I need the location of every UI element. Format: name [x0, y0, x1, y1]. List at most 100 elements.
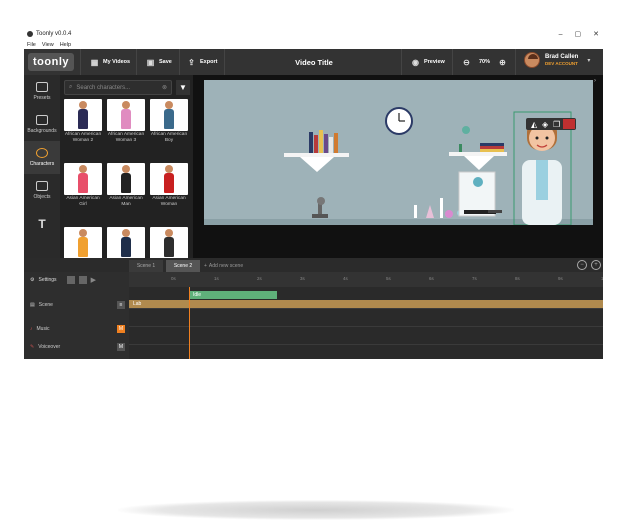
character-tile[interactable]: [64, 227, 102, 260]
tab-scene-2[interactable]: Scene 2: [166, 260, 200, 272]
background-clip-lab[interactable]: Lab: [129, 300, 603, 308]
ruler-tick: 1s: [214, 276, 219, 281]
sidebar-item-characters[interactable]: Characters: [24, 141, 60, 174]
export-button[interactable]: ⇪ Export: [187, 49, 217, 75]
characters-icon: [36, 148, 48, 158]
sidebar-item-presets[interactable]: Presets: [24, 75, 60, 108]
eye-icon: ◉: [412, 57, 419, 67]
timeline-settings: ⚙ Settings ▶: [24, 272, 129, 287]
character-thumbnail: [107, 163, 145, 195]
character-tile[interactable]: Asian American Girl: [64, 163, 102, 207]
character-name: Asian American Girl: [66, 196, 100, 207]
track-label: Voiceover: [38, 344, 61, 350]
video-title[interactable]: Video Title: [274, 49, 354, 75]
save-button[interactable]: ▣ Save: [146, 49, 172, 75]
track-music: ♪ Music M: [24, 322, 129, 336]
sidebar-item-objects[interactable]: Objects: [24, 174, 60, 207]
music-mute-toggle[interactable]: M: [117, 325, 125, 333]
account-type: DEV ACCOUNT: [545, 61, 578, 66]
timeline-zoom-out-icon[interactable]: −: [577, 260, 587, 270]
track-menu-badge[interactable]: ≡: [117, 301, 125, 309]
character-tile[interactable]: [150, 227, 188, 260]
character-name: African American Boy: [150, 132, 188, 143]
character-tile[interactable]: African American Boy: [150, 99, 188, 143]
menu-file[interactable]: File: [27, 42, 36, 48]
filter-button[interactable]: ▼: [176, 80, 190, 95]
close-button[interactable]: ✕: [593, 30, 599, 38]
character-tile[interactable]: Asian American Man: [107, 163, 145, 207]
filter-icon: ▼: [179, 83, 187, 92]
menu-help[interactable]: Help: [60, 42, 71, 48]
search-placeholder: Search characters...: [76, 84, 131, 91]
stage-margin: [593, 80, 603, 225]
avatar: [524, 52, 540, 68]
animation-clip-idle[interactable]: Idle: [189, 291, 277, 299]
zoom-in-icon[interactable]: ⊕: [498, 58, 507, 67]
stop-button[interactable]: [66, 275, 75, 284]
object-toolbar: ◭ ◈ ❐: [526, 118, 576, 130]
sidebar-item-label: Characters: [29, 161, 55, 167]
settings-label[interactable]: Settings: [38, 277, 56, 283]
plus-icon: +: [204, 263, 207, 269]
character-tile[interactable]: African American Woman 2: [64, 99, 102, 143]
voiceover-mute-toggle[interactable]: M: [117, 343, 125, 351]
track-voiceover: ✎ Voiceover M: [24, 340, 129, 354]
play-button[interactable]: ▶: [91, 276, 96, 284]
pause-button[interactable]: [78, 275, 87, 284]
maximize-button[interactable]: ▢: [575, 30, 582, 38]
menu-bar: File View Help: [24, 40, 603, 49]
toolbar-divider: [80, 49, 81, 75]
export-icon: ⇪: [188, 57, 195, 67]
user-menu[interactable]: Brad Callen DEV ACCOUNT ▾: [524, 52, 590, 68]
toolbar-divider: [224, 49, 225, 75]
wall-clock: [385, 107, 413, 135]
character-tile[interactable]: Asian American Woman: [150, 163, 188, 207]
my-videos-button[interactable]: ▦ My Videos: [90, 49, 130, 75]
character-tile[interactable]: African American Woman 3: [107, 99, 145, 143]
character-name: Asian American Woman: [152, 196, 186, 207]
ruler-tick: 8s: [515, 276, 520, 281]
panel-collapse-icon[interactable]: ›: [594, 78, 596, 84]
sidebar-item-label: Backgrounds: [27, 128, 57, 134]
timeline-zoom-in-icon[interactable]: +: [591, 260, 601, 270]
scene-illustration: ◭ ◈ ❐: [204, 107, 593, 225]
time-ruler[interactable]: 0s 1s 2s 3s 4s 5s 6s 7s 8s 9s 10s: [129, 272, 603, 287]
character-thumbnail: [64, 227, 102, 259]
gear-icon[interactable]: ⚙: [30, 277, 34, 283]
device-shadow: [118, 500, 514, 520]
ruler-tick: 10s: [601, 276, 603, 281]
ruler-tick: 6s: [429, 276, 434, 281]
preview-button[interactable]: ◉ Preview: [411, 49, 445, 75]
zoom-controls: ⊖ 70% ⊕: [462, 49, 507, 75]
toolbar-divider: [136, 49, 137, 75]
timeline-labels: ⚙ Settings ▶ ▤ Scene ≡ ♪ Music M ✎ Voice…: [24, 272, 129, 359]
microscope: [312, 197, 328, 218]
left-sidebar: Presets Backgrounds Characters Objects T: [24, 75, 60, 258]
save-label: Save: [159, 59, 172, 65]
scene-tabs: Scene 1 Scene 2 + Add new scene − +: [24, 258, 603, 272]
bookshelf-right: [449, 126, 507, 170]
scene-track-icon: ▤: [30, 302, 35, 308]
character-tile[interactable]: [107, 227, 145, 260]
character-thumbnail: [107, 227, 145, 259]
export-label: Export: [200, 59, 218, 65]
search-input[interactable]: ⌕ Search characters... ⊗: [64, 80, 172, 95]
minimize-button[interactable]: –: [559, 31, 563, 38]
canvas-stage[interactable]: ◭ ◈ ❐: [204, 80, 593, 225]
zoom-out-icon[interactable]: ⊖: [462, 58, 471, 67]
clear-icon[interactable]: ⊗: [162, 84, 167, 91]
character-thumbnail: [150, 163, 188, 195]
brand-logo: toonly: [28, 53, 74, 71]
sidebar-item-text[interactable]: T: [24, 207, 60, 240]
timeline-tracks: 0s 1s 2s 3s 4s 5s 6s 7s 8s 9s 10s Idle Lab: [129, 272, 603, 359]
playhead[interactable]: [189, 287, 190, 359]
add-scene-button[interactable]: + Add new scene: [204, 260, 243, 272]
text-icon: T: [38, 216, 46, 231]
toolbar-divider: [515, 49, 516, 75]
sidebar-item-backgrounds[interactable]: Backgrounds: [24, 108, 60, 141]
add-scene-label: Add new scene: [208, 263, 244, 269]
app-window: Toonly v0.0.4 – ▢ ✕ File View Help toonl…: [24, 28, 603, 359]
character-thumbnail: [64, 163, 102, 195]
menu-view[interactable]: View: [42, 42, 54, 48]
tab-scene-1[interactable]: Scene 1: [129, 260, 163, 272]
